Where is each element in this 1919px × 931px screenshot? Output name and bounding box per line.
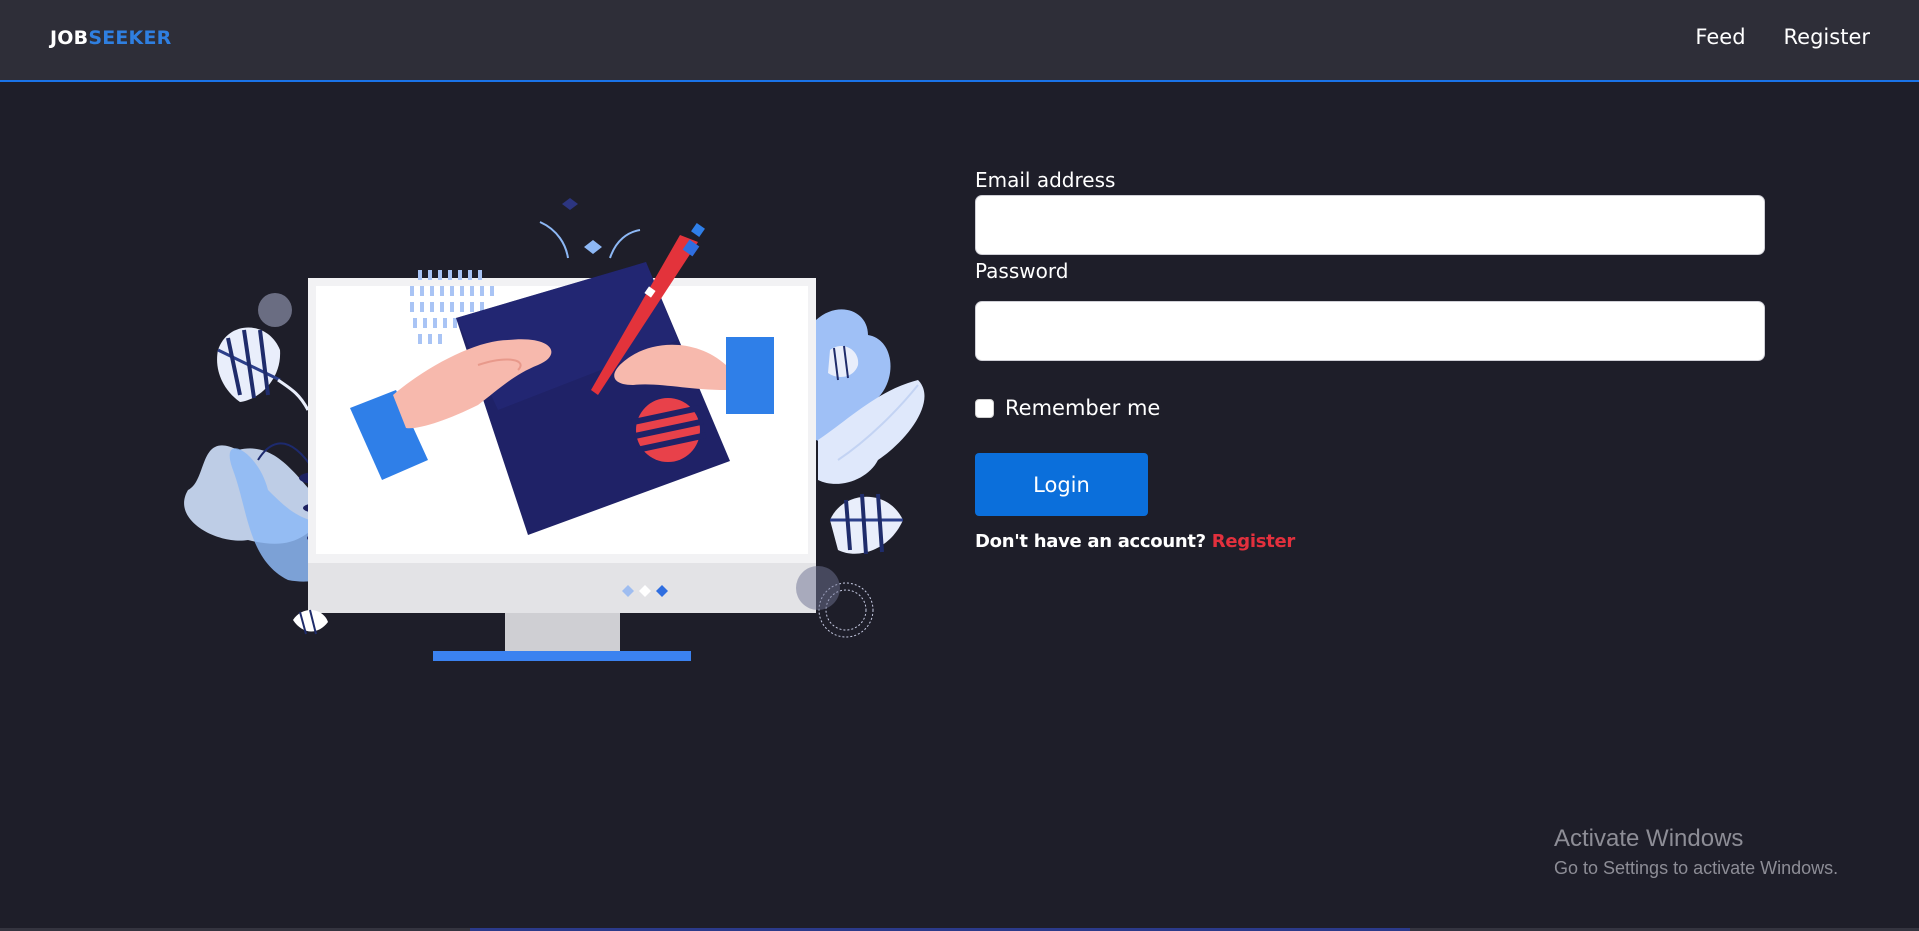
watermark-subtitle: Go to Settings to activate Windows.: [1554, 858, 1839, 878]
no-account-text: Don't have an account?: [975, 531, 1206, 552]
password-input[interactable]: [975, 301, 1765, 361]
nav-link-register[interactable]: Register: [1784, 25, 1870, 49]
nav-links: Feed Register: [1695, 25, 1870, 49]
remember-label: Remember me: [1005, 396, 1161, 420]
nav-link-feed[interactable]: Feed: [1695, 25, 1745, 49]
activate-windows-watermark: Activate Windows Go to Settings to activ…: [1554, 824, 1838, 879]
signup-prompt: Don't have an account? Register: [975, 531, 1765, 552]
navbar: JOBSEEKER Feed Register: [0, 0, 1919, 82]
watermark-title: Activate Windows: [1554, 825, 1744, 852]
brand-logo[interactable]: JOBSEEKER: [50, 27, 172, 49]
email-input[interactable]: [975, 195, 1765, 255]
login-form: Email address Password Remember me Login…: [975, 168, 1765, 552]
email-label: Email address: [975, 168, 1116, 192]
remember-checkbox[interactable]: [975, 398, 994, 418]
brand-text-seeker: SEEKER: [88, 27, 172, 49]
remember-row: Remember me: [975, 396, 1765, 420]
register-link[interactable]: Register: [1212, 531, 1295, 552]
desktop-monitor-illustration: [184, 198, 925, 661]
brand-text-job: JOB: [50, 27, 89, 49]
password-label: Password: [975, 259, 1069, 283]
login-button[interactable]: Login: [975, 453, 1148, 516]
